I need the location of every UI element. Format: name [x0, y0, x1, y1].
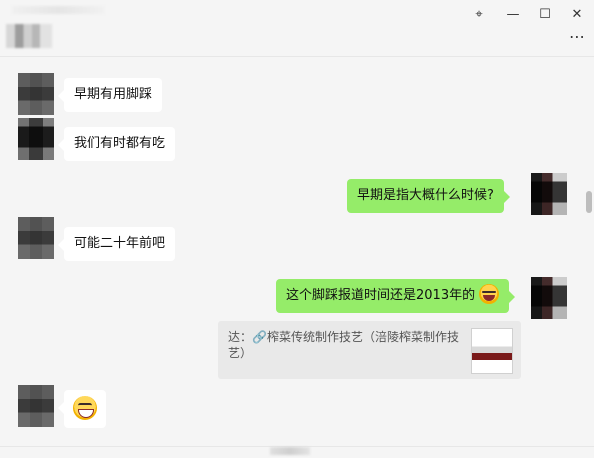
avatar[interactable] [18, 118, 54, 160]
message-text: 早期有用脚踩 [74, 87, 153, 102]
pin-icon[interactable]: ⌖ [468, 6, 490, 24]
quoted-message[interactable]: 达：🔗榨菜传统制作技艺（涪陵榨菜制作技艺） [218, 321, 521, 379]
chat-area[interactable]: 早期有用脚踩 我们有时都有吃 早期是指大概什么时候? 可能二十年前吧 这个脚踩报… [0, 57, 594, 447]
message-bubble[interactable]: 这个脚踩报道时间还是2013年的 [276, 279, 516, 313]
message-bubble[interactable]: 可能二十年前吧 [57, 227, 176, 261]
blurred-contact-name [6, 24, 52, 48]
quoted-text: 达：🔗榨菜传统制作技艺（涪陵榨菜制作技艺） [228, 330, 459, 360]
message-text: 这个脚踩报道时间还是2013年的 [286, 288, 476, 303]
emoji-message-bubble[interactable] [58, 390, 106, 428]
avatar[interactable] [18, 73, 54, 115]
message-bubble[interactable]: 早期有用脚踩 [57, 78, 163, 112]
minimize-icon[interactable]: — [502, 6, 524, 24]
message-text: 可能二十年前吧 [74, 236, 166, 251]
message-bubble[interactable]: 我们有时都有吃 [57, 127, 176, 161]
avatar[interactable] [18, 385, 54, 427]
title-bar: ⌖ — ☐ ✕ ⋯ [0, 0, 594, 57]
close-icon[interactable]: ✕ [566, 6, 588, 24]
message-text: 早期是指大概什么时候? [357, 188, 494, 203]
maximize-icon[interactable]: ☐ [534, 6, 556, 24]
laugh-emoji-icon [479, 284, 500, 304]
avatar[interactable] [531, 277, 567, 319]
grin-emoji-icon [73, 396, 97, 420]
avatar[interactable] [18, 217, 54, 259]
message-bubble[interactable]: 早期是指大概什么时候? [347, 179, 510, 213]
avatar[interactable] [531, 173, 567, 215]
scroll-thumb[interactable] [586, 191, 592, 213]
chat-window: ⌖ — ☐ ✕ ⋯ 早期有用脚踩 我们有时都有吃 早期是指大概什么时候? 可能二… [0, 0, 594, 458]
quoted-thumbnail [471, 328, 513, 374]
chat-scrollbar[interactable] [584, 57, 594, 447]
more-icon[interactable]: ⋯ [568, 29, 586, 45]
message-text: 我们有时都有吃 [74, 136, 166, 151]
blurred-footer [270, 447, 310, 455]
blurred-title-top [12, 6, 104, 14]
